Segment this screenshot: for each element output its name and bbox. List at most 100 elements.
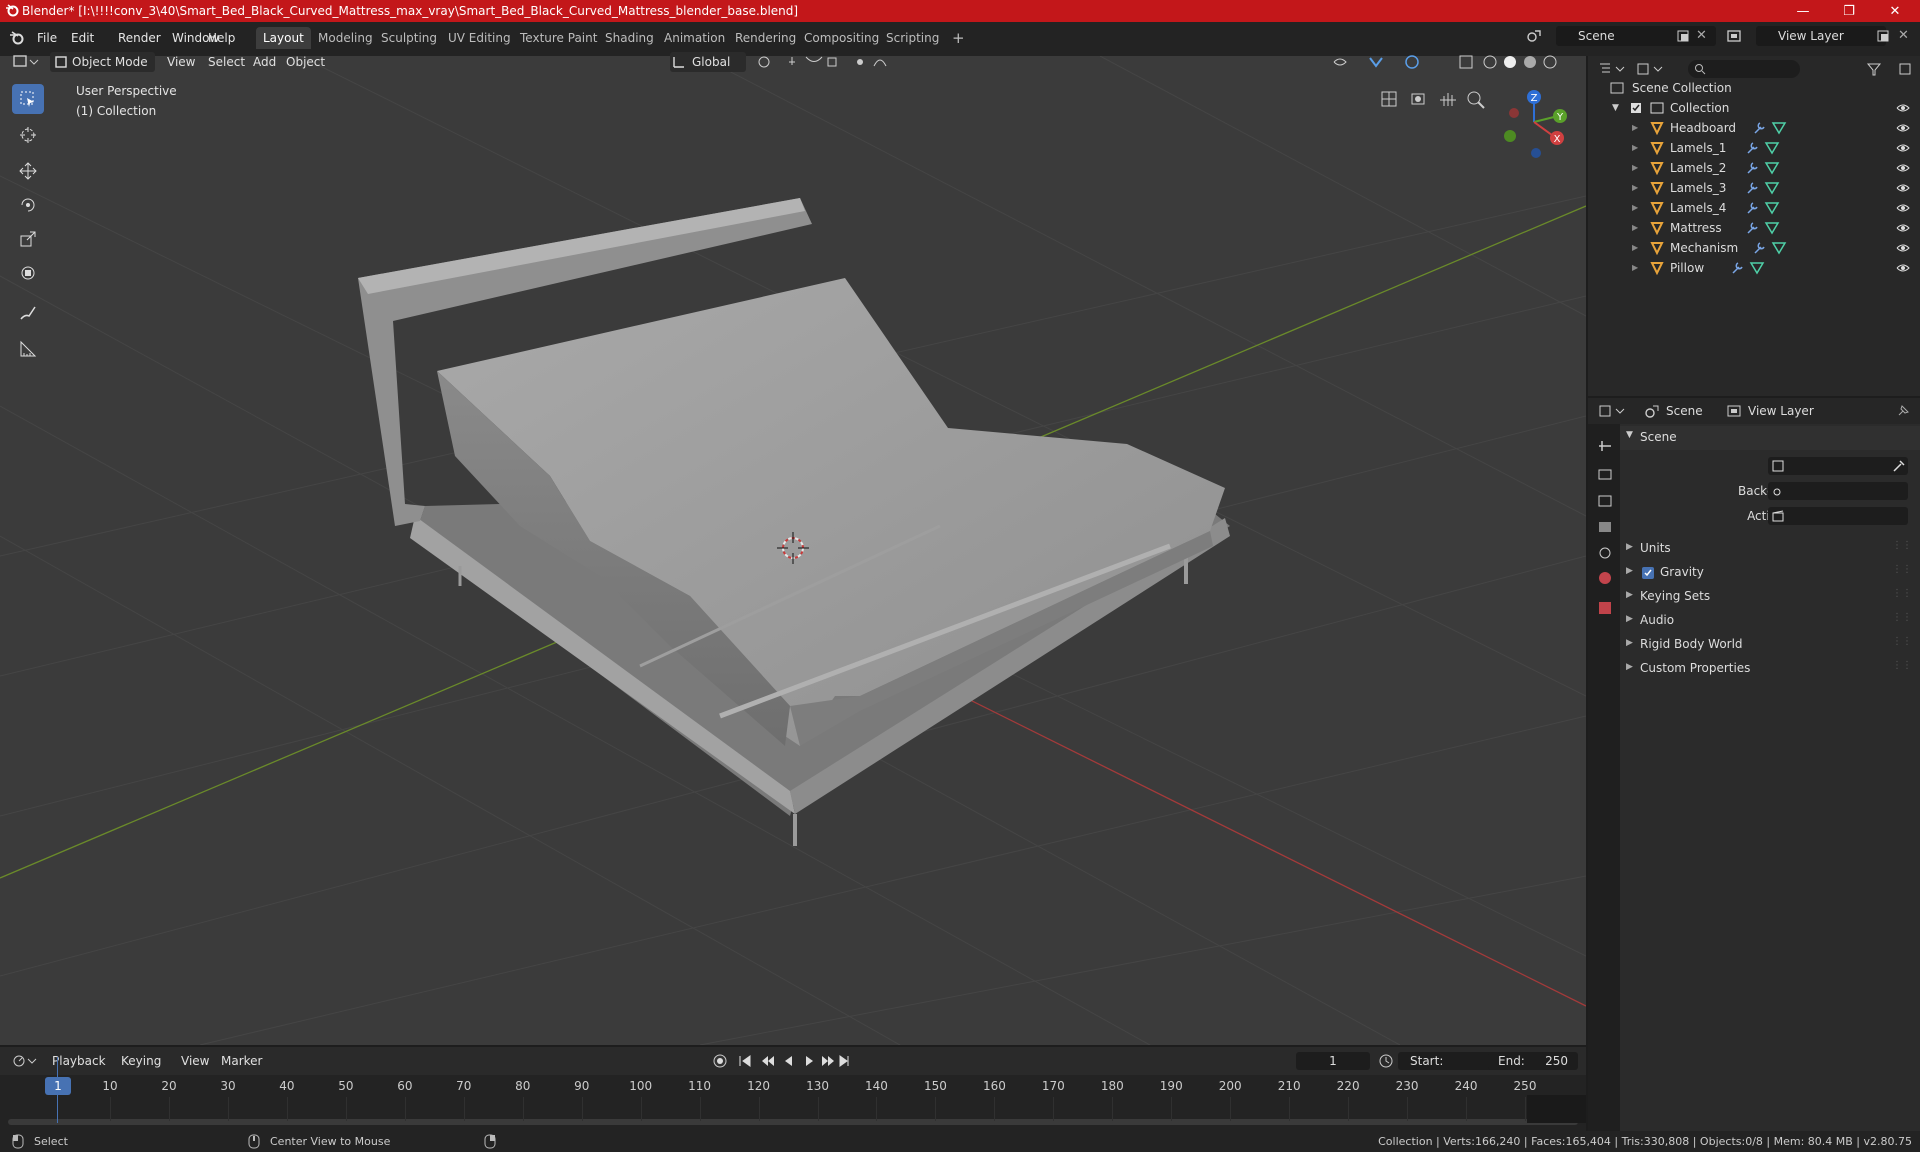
eye-icon[interactable] — [1896, 203, 1910, 213]
tab-shading[interactable]: Shading — [598, 27, 661, 49]
scene-tab-icon[interactable] — [1644, 403, 1660, 419]
panel-expand-arrow-icon[interactable]: ▶ — [1626, 566, 1633, 576]
tab-sculpting[interactable]: Sculpting — [374, 27, 444, 49]
menu-add[interactable]: Add — [248, 52, 281, 72]
scale-tool[interactable] — [12, 224, 44, 254]
playhead-frame-indicator[interactable]: 1 — [45, 1077, 71, 1095]
timeline-editor-type-icon[interactable] — [12, 1054, 40, 1068]
pivot-snap-proportional-icons[interactable] — [756, 54, 896, 70]
move-tool[interactable] — [12, 156, 44, 186]
properties-subpanel-custom-properties[interactable]: ▶ Custom Properties ⋮⋮ — [1620, 658, 1920, 680]
add-workspace-button[interactable]: + — [945, 27, 972, 49]
eye-icon[interactable] — [1896, 143, 1910, 153]
eye-icon[interactable] — [1896, 123, 1910, 133]
properties-editor-type-icon[interactable] — [1598, 404, 1628, 418]
close-window-button[interactable]: ✕ — [1872, 0, 1918, 22]
eye-icon[interactable] — [1896, 103, 1910, 113]
background-scene-field[interactable] — [1768, 482, 1908, 500]
panel-expand-arrow-icon[interactable]: ▶ — [1626, 638, 1633, 648]
camera-field[interactable] — [1768, 457, 1908, 475]
outliner-row-object[interactable]: ▶ Lamels_1 — [1588, 138, 1920, 158]
navigation-gizmo[interactable]: Z Y X — [1500, 86, 1574, 162]
modifier-mesh-data-icons[interactable] — [1746, 221, 1780, 235]
drag-handle-icon[interactable]: ⋮⋮ — [1892, 612, 1912, 623]
menu-help[interactable]: Help — [204, 28, 239, 48]
modifier-mesh-data-icons[interactable] — [1753, 241, 1787, 255]
menu-render[interactable]: Render — [114, 28, 165, 48]
outliner-row-object[interactable]: ▶ Lamels_2 — [1588, 158, 1920, 178]
maximize-button[interactable]: ❐ — [1826, 0, 1872, 22]
properties-subpanel-units[interactable]: ▶ Units ⋮⋮ — [1620, 538, 1920, 560]
collapse-arrow-icon[interactable]: ▼ — [1612, 98, 1619, 118]
viewport-shading-icons[interactable] — [1330, 54, 1580, 70]
display-mode-icon[interactable] — [1636, 62, 1666, 76]
transform-tool[interactable] — [12, 258, 44, 288]
modifier-mesh-data-icons[interactable] — [1746, 181, 1780, 195]
properties-subpanel-gravity[interactable]: ▶ Gravity ⋮⋮ — [1620, 562, 1920, 584]
active-movie-clip-field[interactable] — [1768, 507, 1908, 525]
new-scene-icon[interactable] — [1676, 29, 1690, 43]
drag-handle-icon[interactable]: ⋮⋮ — [1892, 636, 1912, 647]
view-layer-icon[interactable] — [1726, 28, 1742, 44]
delete-scene-icon[interactable]: ✕ — [1696, 28, 1707, 43]
bed-model[interactable] — [358, 198, 1230, 846]
eye-icon[interactable] — [1896, 223, 1910, 233]
view-layer-tab-icon[interactable] — [1726, 403, 1742, 419]
panel-expand-arrow-icon[interactable]: ▶ — [1626, 542, 1633, 552]
menu-keying[interactable]: Keying — [116, 1051, 166, 1071]
outliner-row-object[interactable]: ▶ Pillow — [1588, 258, 1920, 278]
tab-animation[interactable]: Animation — [657, 27, 732, 49]
properties-subpanel-keying-sets[interactable]: ▶ Keying Sets ⋮⋮ — [1620, 586, 1920, 608]
menu-marker[interactable]: Marker — [216, 1051, 267, 1071]
menu-edit[interactable]: Edit — [67, 28, 98, 48]
preview-range-icon[interactable] — [1378, 1053, 1394, 1069]
panel-expand-arrow-icon[interactable]: ▶ — [1626, 662, 1633, 672]
tab-layout[interactable]: Layout — [256, 27, 311, 49]
outliner-editor-type-icon[interactable] — [1598, 62, 1628, 76]
editor-type-icon[interactable] — [12, 54, 42, 70]
drag-handle-icon[interactable]: ⋮⋮ — [1892, 564, 1912, 575]
eye-icon[interactable] — [1896, 183, 1910, 193]
outliner-row-scene-collection[interactable]: Scene Collection — [1588, 78, 1920, 98]
outliner-search-input[interactable] — [1688, 60, 1800, 78]
properties-subpanel-rigid-body-world[interactable]: ▶ Rigid Body World ⋮⋮ — [1620, 634, 1920, 656]
scene-icon[interactable] — [1526, 28, 1542, 44]
checkbox-icon[interactable] — [1630, 102, 1642, 114]
expand-arrow-icon[interactable]: ▶ — [1632, 258, 1638, 278]
outliner-row-object[interactable]: ▶ Mechanism — [1588, 238, 1920, 258]
modifier-mesh-data-icons[interactable] — [1746, 161, 1780, 175]
scene-selector[interactable]: Scene — [1556, 26, 1716, 46]
playback-controls[interactable] — [712, 1053, 852, 1069]
tab-compositing[interactable]: Compositing — [797, 27, 886, 49]
outliner-row-object[interactable]: ▶ Lamels_3 — [1588, 178, 1920, 198]
modifier-mesh-data-icons[interactable] — [1746, 201, 1780, 215]
properties-scene-tab[interactable]: Scene — [1666, 404, 1703, 418]
menu-object[interactable]: Object — [281, 52, 330, 72]
minimize-button[interactable]: — — [1780, 0, 1826, 22]
eye-icon[interactable] — [1896, 263, 1910, 273]
menu-file[interactable]: File — [33, 28, 61, 48]
expand-arrow-icon[interactable]: ▶ — [1632, 178, 1638, 198]
expand-arrow-icon[interactable]: ▶ — [1632, 238, 1638, 258]
expand-arrow-icon[interactable]: ▶ — [1632, 158, 1638, 178]
gravity-checkbox[interactable] — [1642, 567, 1654, 579]
expand-arrow-icon[interactable]: ▶ — [1632, 198, 1638, 218]
annotate-tool[interactable] — [12, 298, 44, 328]
tab-modeling[interactable]: Modeling — [311, 27, 380, 49]
select-box-tool[interactable] — [12, 84, 44, 114]
pin-icon[interactable] — [1896, 404, 1910, 418]
tab-texture-paint[interactable]: Texture Paint — [513, 27, 604, 49]
panel-expand-arrow-icon[interactable]: ▶ — [1626, 614, 1633, 624]
panel-expand-arrow-icon[interactable]: ▶ — [1626, 590, 1633, 600]
outliner-row-object[interactable]: ▶ Lamels_4 — [1588, 198, 1920, 218]
view-layer-selector[interactable]: View Layer — [1756, 26, 1886, 46]
eye-icon[interactable] — [1896, 243, 1910, 253]
modifier-mesh-data-icons[interactable] — [1746, 141, 1780, 155]
properties-view-layer-tab[interactable]: View Layer — [1748, 404, 1814, 418]
new-view-layer-icon[interactable] — [1876, 29, 1890, 43]
measure-tool[interactable] — [12, 334, 44, 364]
modifier-mesh-data-icons[interactable] — [1753, 121, 1787, 135]
3d-viewport[interactable] — [0, 56, 1586, 1045]
drag-handle-icon[interactable]: ⋮⋮ — [1892, 588, 1912, 599]
tab-scripting[interactable]: Scripting — [879, 27, 946, 49]
